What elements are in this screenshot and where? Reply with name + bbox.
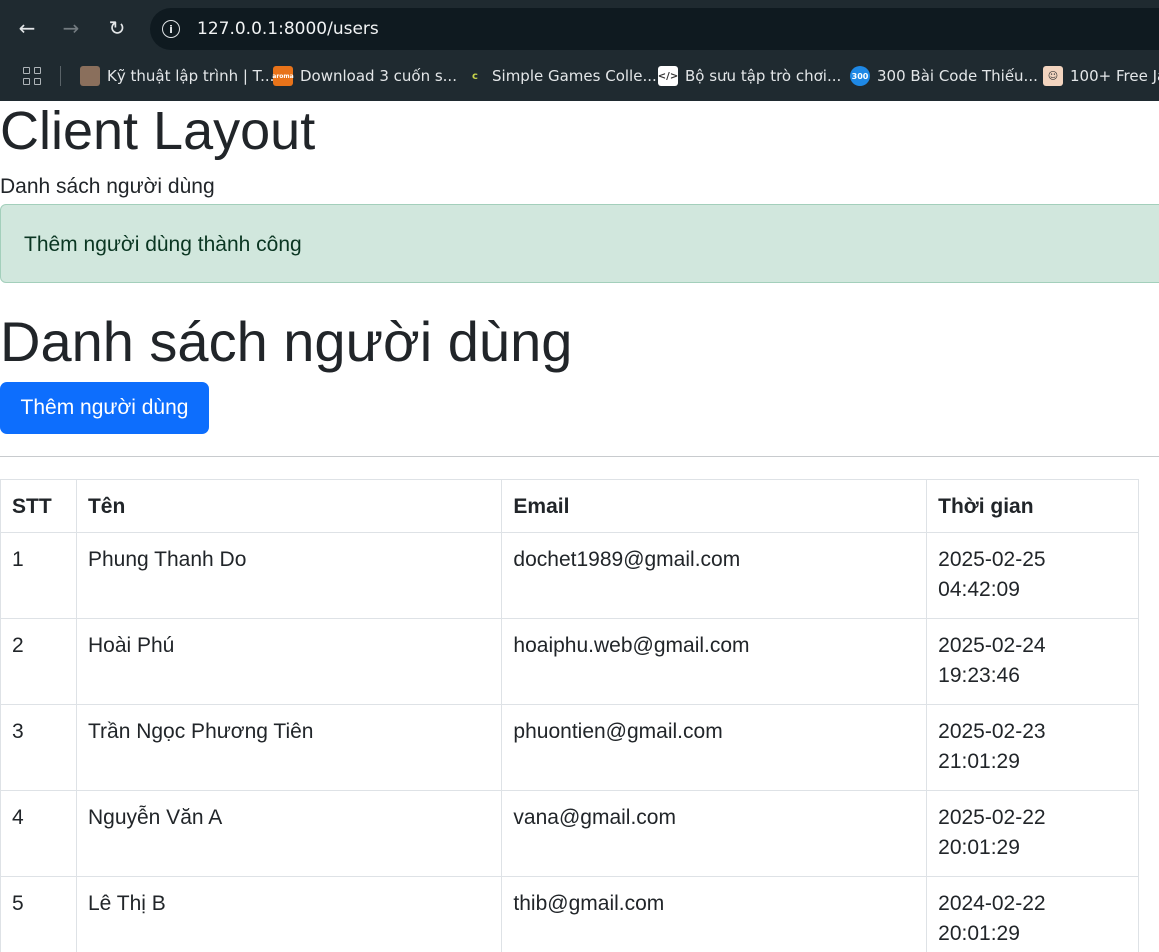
cell-stt: 4 <box>0 790 77 877</box>
bookmark-label: Simple Games Colle... <box>492 67 657 85</box>
bookmark-label: Download 3 cuốn s... <box>300 67 457 85</box>
bookmark-label: Bộ sưu tập trò chơi... <box>685 67 842 85</box>
page-content: Client Layout Danh sách người dùng Thêm … <box>0 101 1159 952</box>
bookmark-item[interactable]: </> Bộ sưu tập trò chơi... <box>658 64 841 88</box>
avatar-favicon-icon: ☺ <box>1043 66 1063 86</box>
cell-email: hoaiphu.web@gmail.com <box>501 618 928 705</box>
table-row: 4 Nguyễn Văn A vana@gmail.com 2025-02-22… <box>0 790 1139 877</box>
browser-toolbar: ← → ↻ i 127.0.0.1:8000/users <box>0 0 1159 58</box>
page-title: Danh sách người dùng <box>0 310 573 373</box>
cell-name: Phung Thanh Do <box>75 532 503 619</box>
cell-clock: 19:23:46 <box>938 664 1020 687</box>
cell-email: dochet1989@gmail.com <box>501 532 928 619</box>
reload-icon[interactable]: ↻ <box>102 13 132 43</box>
apps-grid-icon[interactable] <box>23 67 41 85</box>
cell-date: 2025-02-22 <box>938 806 1046 829</box>
cell-name: Hoài Phú <box>75 618 503 705</box>
cell-email: thib@gmail.com <box>501 876 928 952</box>
table-row: 3 Trần Ngọc Phương Tiên phuontien@gmail.… <box>0 704 1139 791</box>
add-user-button[interactable]: Thêm người dùng <box>0 382 209 434</box>
cell-name: Nguyễn Văn A <box>75 790 503 877</box>
cell-time: 2025-02-23 21:01:29 <box>926 704 1139 791</box>
bookmark-label: 100+ Free Jav <box>1070 67 1159 85</box>
column-header-name: Tên <box>75 479 503 533</box>
table-row: 2 Hoài Phú hoaiphu.web@gmail.com 2025-02… <box>0 618 1139 705</box>
table-row: 1 Phung Thanh Do dochet1989@gmail.com 20… <box>0 532 1139 619</box>
site-info-icon[interactable]: i <box>162 20 180 38</box>
bookmark-item[interactable]: c Simple Games Colle... <box>465 64 657 88</box>
cell-name: Lê Thị B <box>75 876 503 952</box>
cell-date: 2025-02-23 <box>938 720 1046 743</box>
cell-clock: 04:42:09 <box>938 578 1020 601</box>
column-header-time: Thời gian <box>926 479 1139 533</box>
bookmarks-bar: Kỹ thuật lập trình | T... aroma Download… <box>0 58 1159 101</box>
cell-email: phuontien@gmail.com <box>501 704 928 791</box>
address-bar[interactable]: i 127.0.0.1:8000/users <box>150 8 1159 50</box>
bookmark-label: Kỹ thuật lập trình | T... <box>107 67 275 85</box>
cell-time: 2024-02-22 20:01:29 <box>926 876 1139 952</box>
users-table: STT Tên Email Thời gian 1 Phung Thanh Do… <box>0 479 1139 952</box>
cell-time: 2025-02-22 20:01:29 <box>926 790 1139 877</box>
layout-title: Client Layout <box>0 101 316 161</box>
cell-stt: 3 <box>0 704 77 791</box>
cell-time: 2025-02-24 19:23:46 <box>926 618 1139 705</box>
cell-date: 2025-02-24 <box>938 634 1046 657</box>
300-favicon-icon: 300 <box>850 66 870 86</box>
cell-date: 2025-02-25 <box>938 548 1046 571</box>
cell-stt: 1 <box>0 532 77 619</box>
cell-stt: 2 <box>0 618 77 705</box>
aroma-favicon-icon: aroma <box>272 66 294 86</box>
cell-clock: 21:01:29 <box>938 750 1020 773</box>
bookmark-item[interactable]: 300 300 Bài Code Thiếu... <box>850 64 1038 88</box>
table-row: 5 Lê Thị B thib@gmail.com 2024-02-22 20:0… <box>0 876 1139 952</box>
divider <box>0 456 1159 457</box>
browser-chrome: ← → ↻ i 127.0.0.1:8000/users Kỹ thuật lậ… <box>0 0 1159 101</box>
success-alert: Thêm người dùng thành công <box>0 204 1159 283</box>
cell-name: Trần Ngọc Phương Tiên <box>75 704 503 791</box>
bookmark-item[interactable]: Kỹ thuật lập trình | T... <box>80 64 274 88</box>
c-favicon-icon: c <box>472 70 478 82</box>
url-text[interactable]: 127.0.0.1:8000/users <box>197 19 379 39</box>
cell-stt: 5 <box>0 876 77 952</box>
layout-subtitle: Danh sách người dùng <box>0 175 215 198</box>
url-path: :8000/users <box>278 19 379 39</box>
back-arrow-icon[interactable]: ← <box>12 13 42 43</box>
column-header-stt: STT <box>0 479 77 533</box>
bookmark-item[interactable]: ☺ 100+ Free Jav <box>1043 64 1159 88</box>
cell-date: 2024-02-22 <box>938 892 1046 915</box>
bookmarks-divider <box>60 66 61 86</box>
cell-clock: 20:01:29 <box>938 836 1020 859</box>
website-favicon-icon <box>80 66 100 86</box>
cell-clock: 20:01:29 <box>938 922 1020 945</box>
table-header-row: STT Tên Email Thời gian <box>0 479 1139 533</box>
alert-message: Thêm người dùng thành công <box>24 233 302 256</box>
column-header-email: Email <box>501 479 928 533</box>
bookmark-label: 300 Bài Code Thiếu... <box>877 67 1038 85</box>
cell-email: vana@gmail.com <box>501 790 928 877</box>
bookmark-item[interactable]: aroma Download 3 cuốn s... <box>272 64 457 88</box>
code-favicon-icon: </> <box>658 66 678 86</box>
forward-arrow-icon[interactable]: → <box>56 13 86 43</box>
url-host: 127.0.0.1 <box>197 19 279 39</box>
cell-time: 2025-02-25 04:42:09 <box>926 532 1139 619</box>
